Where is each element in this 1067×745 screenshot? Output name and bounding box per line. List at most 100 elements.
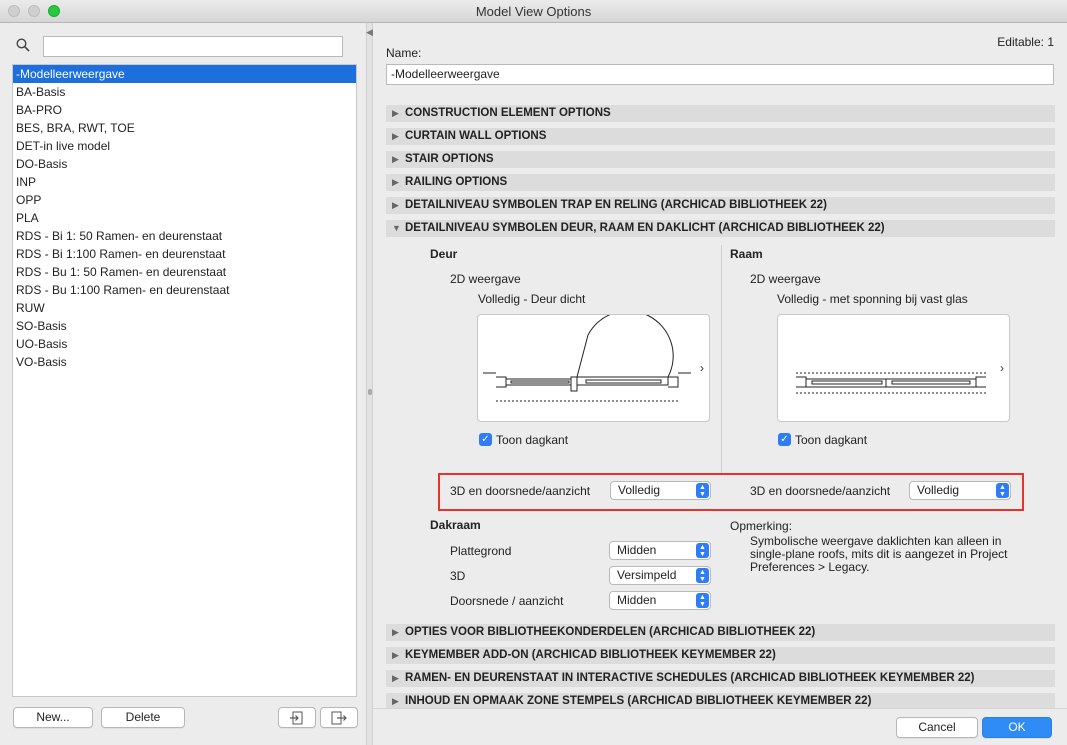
section-expanded-label: DETAILNIVEAU SYMBOLEN DEUR, RAAM EN DAKL… bbox=[405, 222, 885, 234]
section-label: RAMEN- EN DEURENSTAAT IN INTERACTIVE SCH… bbox=[405, 672, 975, 684]
delete-button[interactable]: Delete bbox=[101, 707, 185, 728]
close-window-icon[interactable] bbox=[8, 5, 20, 17]
model-view-list[interactable]: -Modelleerweergave BA-Basis BA-PRO BES, BRA… bbox=[12, 64, 357, 697]
disclosure-closed-icon: ▶ bbox=[392, 200, 399, 210]
disclosure-closed-icon: ▶ bbox=[392, 673, 399, 683]
section-label: KEYMEMBER ADD-ON (ARCHICAD BIBLIOTHEEK K… bbox=[405, 649, 776, 661]
minimize-window-icon[interactable] bbox=[28, 5, 40, 17]
name-label: Name: bbox=[386, 46, 422, 60]
chevron-updown-icon: ▲ ▼ bbox=[696, 568, 709, 583]
maximize-window-icon[interactable] bbox=[48, 5, 60, 17]
list-item[interactable]: RUW bbox=[13, 299, 356, 317]
import-icon bbox=[290, 711, 303, 725]
dakraam-doorsnede-select[interactable]: Midden ▲ ▼ bbox=[609, 591, 711, 610]
section-header[interactable]: ▶ STAIR OPTIONS bbox=[386, 151, 1055, 168]
list-item[interactable]: UO-Basis bbox=[13, 335, 356, 353]
export-button[interactable] bbox=[320, 707, 358, 728]
deur-dagkant-label: Toon dagkant bbox=[496, 433, 569, 447]
door-plan-icon bbox=[483, 315, 691, 402]
list-item[interactable]: VO-Basis bbox=[13, 353, 356, 371]
deur-view-value: Volledig - Deur dicht bbox=[478, 292, 586, 306]
section-label: CONSTRUCTION ELEMENT OPTIONS bbox=[405, 107, 611, 119]
section-header[interactable]: ▶ OPTIES VOOR BIBLIOTHEEKONDERDELEN (ARCH… bbox=[386, 624, 1055, 641]
dakraam-row-label: 3D bbox=[450, 569, 466, 583]
title-bar: Model View Options bbox=[0, 0, 1067, 23]
section-header[interactable]: ▶ CURTAIN WALL OPTIONS bbox=[386, 128, 1055, 145]
list-item[interactable]: BES, BRA, RWT, TOE bbox=[13, 119, 356, 137]
dakraam-select-value: Midden bbox=[617, 593, 657, 607]
list-item[interactable]: DO-Basis bbox=[13, 155, 356, 173]
raam-next-icon[interactable]: › bbox=[1000, 361, 1004, 375]
section-expanded[interactable]: ▼ DETAILNIVEAU SYMBOLEN DEUR, RAAM EN DA… bbox=[386, 220, 1055, 237]
disclosure-closed-icon: ▶ bbox=[392, 177, 399, 187]
section-label: STAIR OPTIONS bbox=[405, 153, 494, 165]
splitter-handle-icon[interactable] bbox=[368, 389, 372, 395]
remark-heading: Opmerking: bbox=[730, 519, 793, 533]
ok-button[interactable]: OK bbox=[982, 717, 1052, 738]
list-item[interactable]: RDS - Bi 1: 50 Ramen- en deurenstaat bbox=[13, 227, 356, 245]
list-item[interactable]: INP bbox=[13, 173, 356, 191]
list-item[interactable]: SO-Basis bbox=[13, 317, 356, 335]
import-button[interactable] bbox=[278, 707, 316, 728]
dakraam-plattegrond-select[interactable]: Midden ▲ ▼ bbox=[609, 541, 711, 560]
search-input[interactable] bbox=[43, 36, 343, 57]
section-label: DETAILNIVEAU SYMBOLEN TRAP EN RELING (AR… bbox=[405, 199, 827, 211]
section-label: OPTIES VOOR BIBLIOTHEEKONDERDELEN (ARCHI… bbox=[405, 626, 816, 638]
chevron-updown-icon: ▲ ▼ bbox=[696, 543, 709, 558]
remark-line: Preferences > Legacy. bbox=[750, 560, 870, 574]
raam-dagkant-label: Toon dagkant bbox=[795, 433, 868, 447]
disclosure-closed-icon: ▶ bbox=[392, 108, 399, 118]
raam-view-value: Volledig - met sponning bij vast glas bbox=[777, 292, 968, 306]
dakraam-select-value: Versimpeld bbox=[617, 568, 677, 582]
column-divider bbox=[721, 245, 722, 473]
list-item[interactable]: -Modelleerweergave bbox=[13, 65, 356, 83]
export-icon bbox=[331, 711, 347, 725]
disclosure-open-icon: ▼ bbox=[392, 223, 401, 233]
list-item[interactable]: RDS - Bu 1: 50 Ramen- en deurenstaat bbox=[13, 263, 356, 281]
deur-preview[interactable]: › bbox=[477, 314, 710, 422]
disclosure-closed-icon: ▶ bbox=[392, 131, 399, 141]
section-header[interactable]: ▶ CONSTRUCTION ELEMENT OPTIONS bbox=[386, 105, 1055, 122]
dakraam-heading: Dakraam bbox=[430, 518, 481, 532]
raam-preview[interactable]: › bbox=[777, 314, 1010, 422]
left-panel: -Modelleerweergave BA-Basis BA-PRO BES, BRA… bbox=[0, 23, 366, 745]
panel-splitter[interactable]: ◀ bbox=[366, 23, 373, 745]
raam-heading: Raam bbox=[730, 247, 763, 261]
cancel-button[interactable]: Cancel bbox=[896, 717, 978, 738]
highlight-box bbox=[438, 473, 1024, 511]
disclosure-closed-icon: ▶ bbox=[392, 154, 399, 164]
list-item[interactable]: OPP bbox=[13, 191, 356, 209]
dakraam-row-label: Plattegrond bbox=[450, 544, 512, 558]
window-title: Model View Options bbox=[475, 4, 592, 19]
list-item[interactable]: DET-in live model bbox=[13, 137, 356, 155]
dakraam-select-value: Midden bbox=[617, 543, 657, 557]
search-icon bbox=[16, 38, 30, 52]
right-panel: Editable: 1 Name: -Modelleerweergave ▶ CO… bbox=[373, 23, 1067, 745]
list-item[interactable]: BA-PRO bbox=[13, 101, 356, 119]
dakraam-3d-select[interactable]: Versimpeld ▲ ▼ bbox=[609, 566, 711, 585]
deur-heading: Deur bbox=[430, 247, 458, 261]
editable-count: Editable: 1 bbox=[997, 35, 1054, 49]
list-item[interactable]: PLA bbox=[13, 209, 356, 227]
raam-view-label: 2D weergave bbox=[750, 272, 821, 286]
section-header[interactable]: ▶ RAMEN- EN DEURENSTAAT IN INTERACTIVE SC… bbox=[386, 670, 1055, 687]
window-plan-icon bbox=[796, 372, 986, 394]
chevron-updown-icon: ▲ ▼ bbox=[696, 593, 709, 608]
deur-view-label: 2D weergave bbox=[450, 272, 521, 286]
deur-next-icon[interactable]: › bbox=[700, 361, 704, 375]
dakraam-row-label: Doorsnede / aanzicht bbox=[450, 594, 564, 608]
list-item[interactable]: RDS - Bu 1:100 Ramen- en deurenstaat bbox=[13, 281, 356, 299]
section-header[interactable]: ▶ RAILING OPTIONS bbox=[386, 174, 1055, 191]
section-header[interactable]: ▶ KEYMEMBER ADD-ON (ARCHICAD BIBLIOTHEEK … bbox=[386, 647, 1055, 664]
section-header[interactable]: ▶ DETAILNIVEAU SYMBOLEN TRAP EN RELING (A… bbox=[386, 197, 1055, 214]
raam-dagkant-checkbox[interactable]: ✓ bbox=[778, 433, 791, 446]
disclosure-closed-icon: ▶ bbox=[392, 650, 399, 660]
section-label: CURTAIN WALL OPTIONS bbox=[405, 130, 547, 142]
section-label: RAILING OPTIONS bbox=[405, 176, 508, 188]
collapse-arrow-icon[interactable]: ◀ bbox=[366, 27, 373, 38]
name-field[interactable]: -Modelleerweergave bbox=[386, 64, 1054, 85]
list-item[interactable]: BA-Basis bbox=[13, 83, 356, 101]
deur-dagkant-checkbox[interactable]: ✓ bbox=[479, 433, 492, 446]
list-item[interactable]: RDS - Bi 1:100 Ramen- en deurenstaat bbox=[13, 245, 356, 263]
new-button[interactable]: New... bbox=[13, 707, 93, 728]
